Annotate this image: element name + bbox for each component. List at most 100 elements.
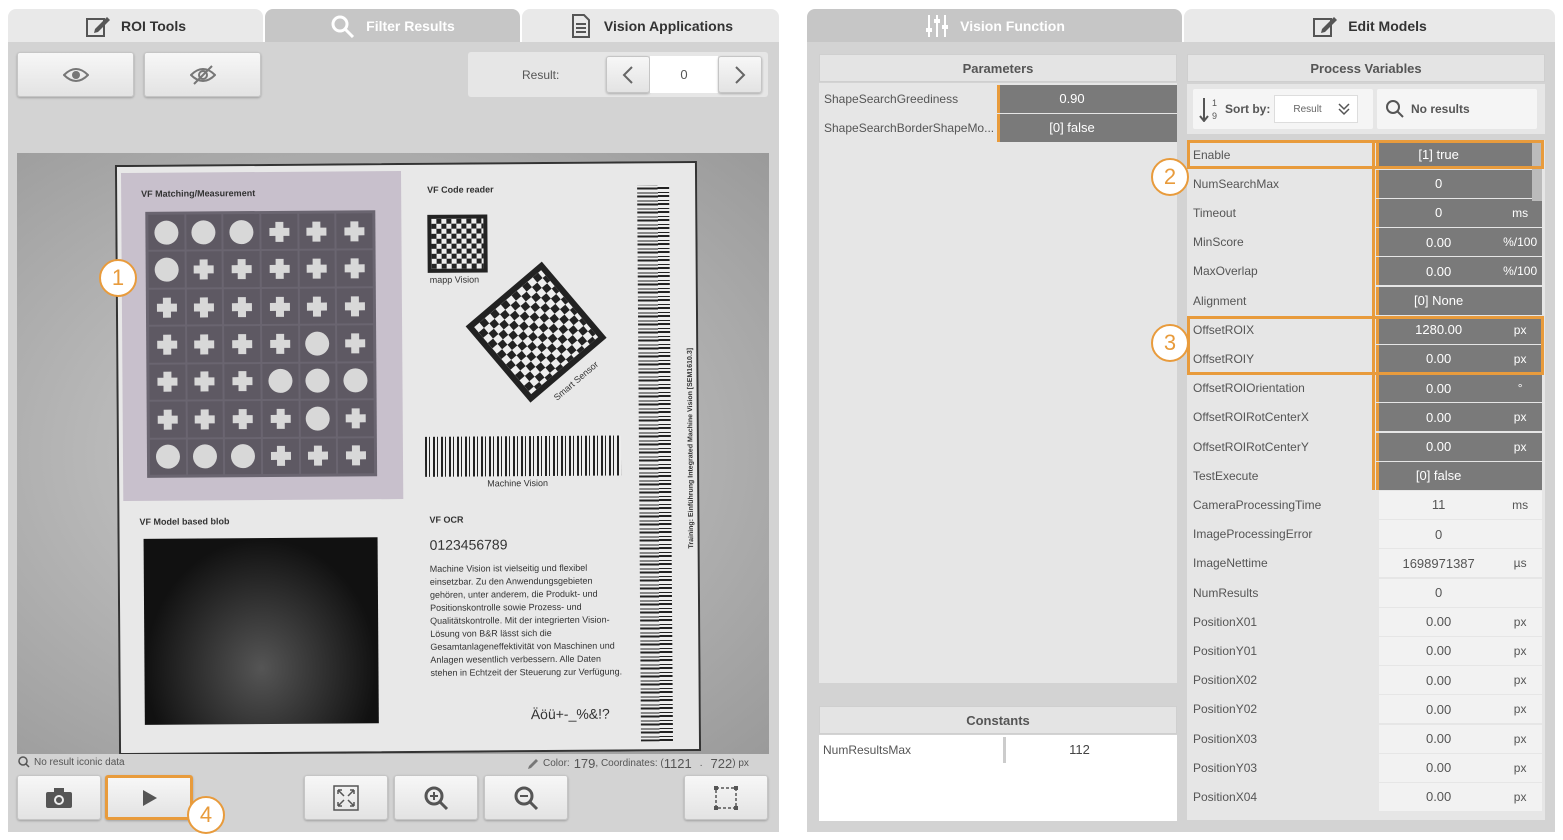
sheet-label: Training: Einführung Integrated Machine …	[686, 347, 696, 549]
marker-3: 3	[1151, 324, 1189, 362]
edit-icon	[85, 16, 110, 37]
tab-filter-results[interactable]: Filter Results	[265, 9, 520, 42]
table-row: NumResultsMax 112	[819, 735, 1177, 764]
sheet-label: VF Code reader	[427, 184, 494, 195]
table-row[interactable]: NumSearchMax 0	[1187, 169, 1545, 198]
capture-button[interactable]	[17, 775, 101, 820]
roi-select-button[interactable]	[684, 775, 768, 820]
svg-text:1: 1	[1212, 98, 1217, 108]
param-value[interactable]: [0] false	[997, 113, 1177, 142]
circle-shape	[148, 214, 185, 251]
table-row[interactable]: MaxOverlap 0.00 %/100	[1187, 257, 1545, 286]
variable-name: Timeout	[1193, 205, 1236, 220]
play-icon	[143, 789, 157, 806]
qr-code	[427, 214, 488, 273]
param-value[interactable]: 0.90	[997, 84, 1177, 113]
circle-shape	[299, 325, 336, 362]
cross-shape	[336, 213, 373, 249]
cross-shape	[261, 251, 298, 287]
show-button[interactable]	[17, 52, 134, 97]
sheet-label: Äöü+-_%&!?	[530, 705, 610, 723]
table-row[interactable]: Alignment [0] None	[1187, 286, 1545, 315]
variable-value[interactable]: 0	[1376, 169, 1542, 198]
parameters-table: ShapeSearchGreediness 0.90 ShapeSearchBo…	[819, 83, 1177, 683]
marker-4: 4	[187, 796, 225, 834]
variable-name: NumResults	[1193, 585, 1259, 600]
hide-button[interactable]	[144, 52, 261, 97]
param-name: ShapeSearchBorderShapeMo...	[824, 120, 995, 135]
search-field[interactable]: No results	[1377, 89, 1537, 129]
chevron-right-icon	[735, 65, 746, 84]
sheet-paragraph: Machine Vision ist vielseitig und flexib…	[429, 562, 623, 678]
variable-name: PositionX03	[1193, 731, 1258, 746]
marker-1: 1	[99, 259, 137, 297]
variable-value[interactable]: [0] false	[1376, 461, 1542, 490]
variable-name: CameraProcessingTime	[1193, 497, 1322, 512]
tab-label: Edit Models	[1348, 17, 1427, 34]
vertical-barcode	[637, 185, 673, 742]
eye-off-icon	[189, 64, 216, 85]
coords-label: , Coordinates: (	[595, 758, 664, 769]
variable-value[interactable]: 0.00 px	[1376, 432, 1542, 461]
variable-value[interactable]: 0 ms	[1376, 198, 1542, 227]
table-row: PositionY01 0.00 px	[1187, 636, 1545, 665]
result-index-field[interactable]: 0	[650, 56, 718, 93]
table-row[interactable]: MinScore 0.00 %/100	[1187, 228, 1545, 257]
cross-shape	[186, 326, 223, 363]
variable-name: PositionX01	[1193, 614, 1258, 629]
variable-value: 0	[1376, 520, 1542, 549]
table-row[interactable]: Timeout 0 ms	[1187, 198, 1545, 227]
circle-shape	[148, 251, 185, 288]
zoom-out-button[interactable]	[484, 775, 568, 820]
test-sheet: VF Matching/Measurement VF Code reader m…	[114, 160, 702, 754]
sort-icon: 19	[1199, 98, 1217, 122]
table-row[interactable]: ShapeSearchGreediness 0.90	[819, 84, 1177, 113]
table-row: PositionX02 0.00 px	[1187, 666, 1545, 695]
sort-select[interactable]: Result	[1274, 95, 1359, 123]
constants-table: NumResultsMax 112	[819, 735, 1177, 821]
variable-name: ImageNettime	[1193, 556, 1268, 571]
chevron-left-icon	[622, 65, 633, 84]
cross-shape	[298, 213, 335, 250]
variable-name: PositionX02	[1193, 673, 1258, 688]
sort-control[interactable]: 19 Sort by: Result	[1193, 89, 1373, 129]
fit-view-button[interactable]	[304, 775, 388, 820]
variable-value[interactable]: 0.00 °	[1376, 374, 1542, 403]
zoom-in-button[interactable]	[394, 775, 478, 820]
variable-value: 0.00 px	[1376, 695, 1542, 724]
tab-vision-function[interactable]: Vision Function	[807, 9, 1182, 42]
variable-value[interactable]: 0.00 %/100	[1376, 257, 1542, 286]
tab-vision-applications[interactable]: Vision Applications	[522, 9, 779, 42]
variable-value[interactable]: 0.00 %/100	[1376, 228, 1542, 257]
tab-roi-tools[interactable]: ROI Tools	[8, 9, 263, 42]
next-result-button[interactable]	[718, 56, 762, 93]
marker-2: 2	[1151, 158, 1189, 196]
table-row[interactable]: OffsetROIRotCenterY 0.00 px	[1187, 432, 1545, 461]
circle-shape	[223, 214, 260, 250]
param-name: ShapeSearchGreediness	[824, 91, 959, 106]
table-row[interactable]: OffsetROIRotCenterX 0.00 px	[1187, 403, 1545, 432]
execute-button[interactable]	[105, 775, 193, 820]
prev-result-button[interactable]	[606, 56, 650, 93]
tab-edit-models[interactable]: Edit Models	[1184, 9, 1555, 42]
variable-value[interactable]: 0.00 px	[1376, 403, 1542, 432]
camera-icon	[46, 787, 72, 808]
cross-shape	[148, 289, 185, 326]
color-label: Color:	[543, 758, 570, 769]
variable-name: PositionX04	[1193, 789, 1258, 804]
variable-name: ImageProcessingError	[1193, 527, 1313, 542]
process-variables-header: Process Variables	[1187, 54, 1545, 82]
circle-shape	[187, 438, 224, 475]
variable-name: OffsetROIRotCenterY	[1193, 439, 1309, 454]
table-row[interactable]: TestExecute [0] false	[1187, 461, 1545, 490]
table-row[interactable]: ShapeSearchBorderShapeMo... [0] false	[819, 113, 1177, 142]
variable-value[interactable]: [0] None	[1376, 286, 1542, 315]
cross-shape	[149, 364, 186, 400]
coords-end: ) px	[732, 758, 749, 769]
circle-shape	[299, 363, 336, 399]
cross-shape	[149, 401, 186, 438]
circle-shape	[300, 400, 337, 437]
cross-shape	[262, 326, 298, 362]
camera-image[interactable]: VF Matching/Measurement VF Code reader m…	[17, 153, 769, 754]
table-row[interactable]: OffsetROIOrientation 0.00 °	[1187, 374, 1545, 403]
